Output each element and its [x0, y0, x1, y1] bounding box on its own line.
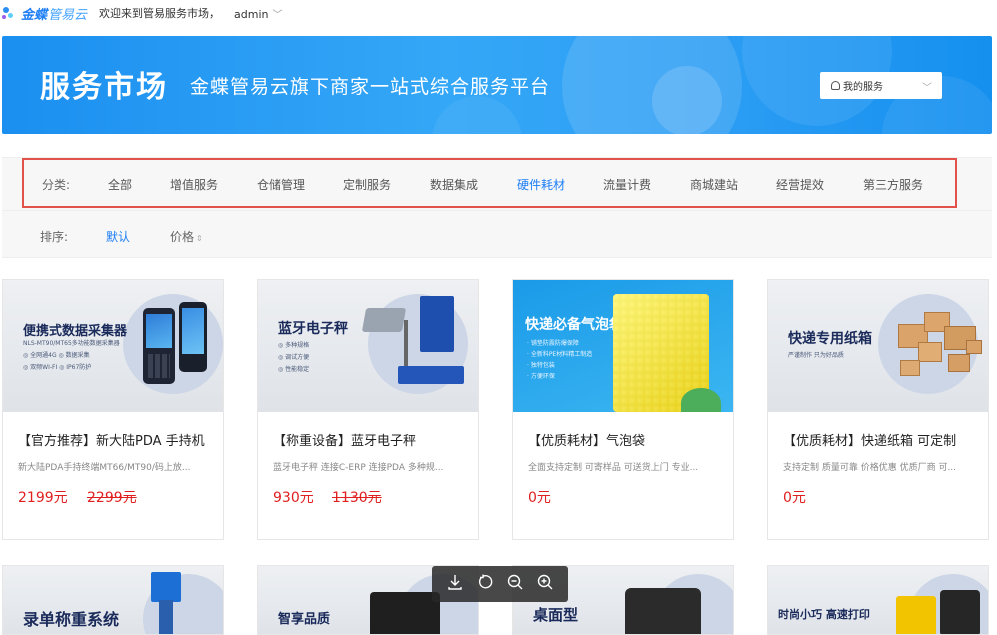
- sort-price-label: 价格: [170, 230, 195, 244]
- product-original-price: 2299元: [87, 490, 137, 506]
- product-image: 蓝牙电子秤 ◎ 多种规格 ◎ 调试方便 ◎ 性能稳定: [258, 280, 478, 412]
- product-image-bullet: · 铺垫防震防爆保障: [527, 340, 579, 347]
- product-image-heading: 桌面型: [533, 606, 579, 624]
- product-image-heading: 蓝牙电子秤: [278, 321, 348, 337]
- hero-banner: 服务市场 金蝶管易云旗下商家一站式综合服务平台 我的服务 ﹀: [2, 36, 992, 134]
- product-card[interactable]: 快递必备气泡袋 · 铺垫防震防爆保障 · 全新料PE材料精工制造 · 独特包装 …: [512, 279, 734, 540]
- product-price: 0元: [783, 490, 806, 506]
- category-traffic[interactable]: 流量计费: [603, 176, 651, 193]
- product-image-heading: 录单称重系统: [23, 610, 120, 629]
- category-all[interactable]: 全部: [108, 176, 132, 193]
- category-label: 分类:: [42, 178, 71, 192]
- rotate-icon[interactable]: [476, 573, 494, 595]
- category-hardware[interactable]: 硬件耗材: [517, 176, 565, 193]
- welcome-text: 欢迎来到管易服务市场，: [99, 7, 221, 20]
- product-description: 全面支持定制 可寄样品 可送货上门 专业...: [528, 463, 699, 473]
- category-custom[interactable]: 定制服务: [343, 176, 391, 193]
- logo[interactable]: 金蝶管易云: [2, 4, 87, 23]
- category-warehouse[interactable]: 仓储管理: [257, 176, 305, 193]
- sort-row: 排序: 默认 价格 ⇕: [2, 210, 992, 258]
- download-icon[interactable]: [446, 573, 464, 595]
- sort-arrows-icon: ⇕: [196, 234, 203, 243]
- sort-price[interactable]: 价格 ⇕: [170, 228, 203, 245]
- product-image-sub: 严谨制作 只为好品质: [788, 352, 844, 359]
- zoom-out-icon[interactable]: [506, 573, 524, 595]
- product-title[interactable]: 【称重设备】蓝牙电子秤: [273, 430, 416, 449]
- my-service-label: 我的服务: [843, 82, 883, 93]
- product-image: 便携式数据采集器 NLS-MT90/MT65多功能数据采集器 ◎ 全网通4G ◎…: [3, 280, 223, 412]
- product-image-bullet: · 方便环保: [527, 373, 555, 380]
- product-description: 支持定制 质量可靠 价格优惠 优质厂商 可...: [783, 463, 957, 473]
- category-value-added[interactable]: 增值服务: [170, 176, 218, 193]
- product-price: 2199元: [18, 490, 68, 506]
- product-image-heading: 便携式数据采集器: [23, 324, 128, 339]
- pda-device-icon: [179, 302, 207, 372]
- product-card[interactable]: 时尚小巧 高速打印: [767, 565, 989, 635]
- category-data-integration[interactable]: 数据集成: [430, 176, 478, 193]
- product-price: 930元: [273, 490, 314, 506]
- product-title[interactable]: 【优质耗材】气泡袋: [528, 430, 645, 449]
- logo-icon: [2, 5, 18, 21]
- category-third-party[interactable]: 第三方服务: [863, 176, 923, 193]
- product-image-bullet: · 独特包装: [527, 362, 555, 369]
- product-image: 时尚小巧 高速打印: [768, 566, 988, 634]
- product-card[interactable]: 快递专用纸箱 严谨制作 只为好品质 【优质耗材】快递纸箱 可定制 支持定制 质量…: [767, 279, 989, 540]
- category-mall[interactable]: 商城建站: [690, 176, 738, 193]
- product-image-bullet: · 全新料PE材料精工制造: [527, 351, 593, 358]
- chevron-down-icon: ﹀: [922, 83, 932, 94]
- banner-subtitle: 金蝶管易云旗下商家一站式综合服务平台: [190, 76, 551, 98]
- image-viewer-toolbar: [432, 566, 568, 602]
- user-icon: [831, 81, 840, 90]
- product-image-heading: 快递必备气泡袋: [525, 317, 623, 333]
- zoom-in-icon[interactable]: [536, 573, 554, 595]
- top-bar: 金蝶管易云 欢迎来到管易服务市场， admin ﹀: [0, 0, 997, 26]
- product-image-heading: 时尚小巧 高速打印: [778, 608, 870, 621]
- product-image-heading: 智享品质: [278, 612, 331, 627]
- user-menu[interactable]: admin ﹀: [234, 6, 282, 21]
- sort-label: 排序:: [40, 230, 69, 244]
- product-image-bullet: ◎ 全网通4G ◎ 数据采集: [23, 352, 90, 359]
- product-image: 录单称重系统: [3, 566, 223, 634]
- my-service-dropdown[interactable]: 我的服务 ﹀: [820, 72, 942, 99]
- category-efficiency[interactable]: 经营提效: [776, 176, 824, 193]
- product-image-bullet: ◎ 调试方便: [278, 354, 310, 361]
- product-description: 蓝牙电子秤 连接C-ERP 连接PDA 多种规...: [273, 463, 444, 473]
- sort-default[interactable]: 默认: [106, 228, 130, 245]
- product-image-bullet: ◎ 性能稳定: [278, 366, 310, 373]
- pda-device-icon: [143, 308, 175, 384]
- banner-title: 服务市场: [40, 70, 168, 105]
- product-price: 0元: [528, 490, 551, 506]
- product-image-heading: 快递专用纸箱: [788, 331, 872, 347]
- product-card[interactable]: 录单称重系统: [2, 565, 224, 635]
- product-image-bullet: ◎ 双频WI-FI ◎ IP67防护: [23, 364, 92, 371]
- product-title[interactable]: 【官方推荐】新大陆PDA 手持机: [18, 430, 205, 449]
- product-image-sub: NLS-MT90/MT65多功能数据采集器: [23, 340, 120, 347]
- product-original-price: 1130元: [332, 490, 382, 506]
- product-image-bullet: ◎ 多种规格: [278, 342, 310, 349]
- product-title[interactable]: 【优质耗材】快递纸箱 可定制: [783, 430, 956, 449]
- category-filter: 分类: 全部 增值服务 仓储管理 定制服务 数据集成 硬件耗材 流量计费 商城建…: [22, 158, 957, 208]
- chevron-down-icon: ﹀: [272, 9, 283, 21]
- product-image: 快递专用纸箱 严谨制作 只为好品质: [768, 280, 988, 412]
- product-description: 新大陆PDA手持终端MT66/MT90/码上放...: [18, 463, 191, 473]
- filter-panel: 分类: 全部 增值服务 仓储管理 定制服务 数据集成 硬件耗材 流量计费 商城建…: [2, 157, 992, 258]
- logo-text: 金蝶管易云: [21, 7, 88, 23]
- product-card[interactable]: 蓝牙电子秤 ◎ 多种规格 ◎ 调试方便 ◎ 性能稳定 【称重设备】蓝牙电子秤 蓝…: [257, 279, 479, 540]
- scale-icon: [361, 308, 407, 332]
- product-image: 快递必备气泡袋 · 铺垫防震防爆保障 · 全新料PE材料精工制造 · 独特包装 …: [513, 280, 733, 412]
- product-card[interactable]: 便携式数据采集器 NLS-MT90/MT65多功能数据采集器 ◎ 全网通4G ◎…: [2, 279, 224, 540]
- username: admin: [234, 7, 269, 21]
